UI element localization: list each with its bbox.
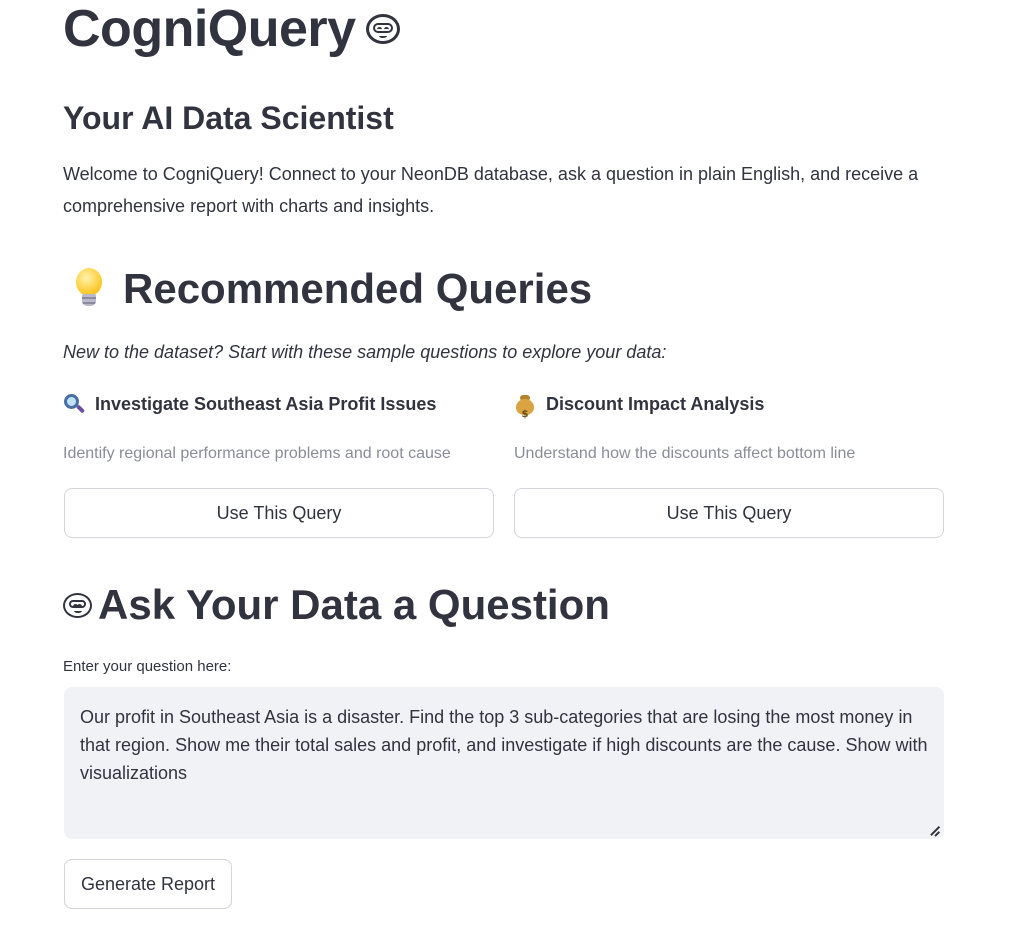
query-card-title: $ Discount Impact Analysis (514, 390, 765, 420)
magnifying-glass-icon (63, 393, 86, 415)
robot-face-icon (63, 592, 92, 618)
welcome-text: Welcome to CogniQuery! Connect to your N… (63, 164, 919, 216)
ask-question-heading: Ask Your Data a Question (63, 580, 610, 630)
app-title: CogniQuery (63, 0, 400, 58)
generate-report-button[interactable]: Generate Report (64, 859, 232, 909)
page-subtitle: Your AI Data Scientist (63, 100, 394, 136)
recommended-intro: New to the dataset? Start with these sam… (63, 342, 667, 362)
query-card-description: Identify regional performance problems a… (63, 445, 451, 462)
ask-question-title: Ask Your Data a Question (98, 581, 610, 628)
query-card-title-text: Discount Impact Analysis (546, 394, 765, 414)
query-card-title: Investigate Southeast Asia Profit Issues (63, 390, 436, 418)
question-field-label: Enter your question here: (63, 658, 232, 675)
use-query-button-southeast-asia[interactable]: Use This Query (64, 488, 494, 538)
question-input[interactable]: Our profit in Southeast Asia is a disast… (64, 687, 944, 839)
app-title-text: CogniQuery (63, 0, 356, 58)
recommended-queries-title: Recommended Queries (123, 265, 593, 312)
light-bulb-icon (75, 268, 103, 310)
recommended-queries-heading: Recommended Queries (63, 264, 592, 314)
money-bag-icon: $ (514, 393, 536, 420)
query-card-description: Understand how the discounts affect bott… (514, 445, 856, 462)
query-card-title-text: Investigate Southeast Asia Profit Issues (95, 394, 437, 414)
textarea-resize-handle[interactable] (930, 826, 940, 836)
use-query-button-discount-impact[interactable]: Use This Query (514, 488, 944, 538)
robot-face-icon (365, 14, 400, 44)
